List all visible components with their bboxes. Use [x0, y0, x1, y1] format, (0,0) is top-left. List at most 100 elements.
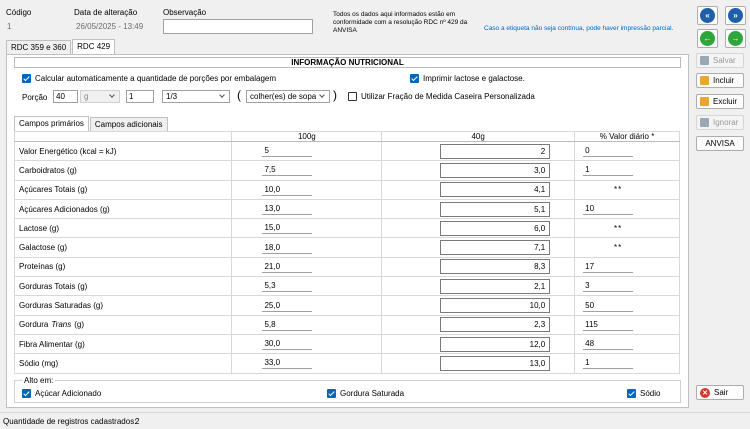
- value-40g-input[interactable]: 4,1: [440, 182, 551, 198]
- value-40g-cell: 3,0: [381, 160, 576, 181]
- ignorar-button[interactable]: Ignorar: [696, 115, 744, 130]
- value-40g-input[interactable]: 6,0: [440, 220, 551, 236]
- value-40g-cell: 2,1: [381, 276, 576, 297]
- header-vd: % Valor diário *: [574, 131, 680, 142]
- custom-fraction-checkbox[interactable]: [348, 92, 357, 101]
- table-row: Galactose (g) 18,0 7,1 **: [13, 237, 680, 258]
- value-100g: 15,0: [262, 222, 313, 235]
- nutrient-label: Fibra Alimentar (g): [19, 339, 85, 349]
- prev-record-button[interactable]: ←: [697, 29, 718, 48]
- value-40g-input[interactable]: 12,0: [440, 336, 551, 352]
- nutrient-name: Açúcares Adicionados (g): [13, 198, 233, 220]
- table-row: Gordura Trans (g) 5,8 2,3 115: [13, 314, 680, 335]
- daily-value: 3: [583, 280, 634, 293]
- auto-calc-option[interactable]: Calcular automaticamente a quantidade de…: [22, 74, 276, 83]
- value-100g: 5: [262, 145, 313, 158]
- status-count: 2: [135, 417, 140, 426]
- value-40g-input[interactable]: 8,3: [440, 259, 551, 275]
- field-tabs: Campos primários Campos adicionais: [14, 116, 169, 131]
- alto-em-title: Alto em:: [22, 376, 56, 385]
- value-40g-input[interactable]: 2: [440, 143, 551, 159]
- quantity-input[interactable]: 1: [126, 90, 154, 103]
- status-label: Quantidade de registros cadastrados:: [3, 417, 137, 426]
- tab-campos-adicionais[interactable]: Campos adicionais: [89, 117, 168, 131]
- daily-value-cell: 0: [574, 140, 680, 162]
- custom-fraction-option[interactable]: Utilizar Fração de Medida Caseira Person…: [348, 92, 535, 101]
- value-100g: 33,0: [262, 357, 313, 370]
- alto-acucar-option[interactable]: Açúcar Adicionado: [22, 389, 101, 398]
- auto-calc-checkbox[interactable]: [22, 74, 31, 83]
- nutrient-label: Gordura: [19, 320, 49, 330]
- nutrient-label: Proteínas (g): [19, 262, 66, 272]
- daily-value: 50: [583, 300, 634, 312]
- nutrient-label: Carboidratos (g): [19, 165, 77, 175]
- value-100g-cell: 21,0: [231, 256, 383, 278]
- next-record-button[interactable]: →: [725, 29, 746, 48]
- tab-rdc-359[interactable]: RDC 359 e 360: [6, 40, 72, 54]
- porcao-input[interactable]: 40: [53, 90, 78, 103]
- excluir-label: Excluir: [713, 97, 738, 106]
- value-100g-cell: 18,0: [231, 237, 383, 258]
- print-lactose-checkbox[interactable]: [410, 74, 419, 83]
- auto-calc-label: Calcular automaticamente a quantidade de…: [35, 74, 277, 83]
- value-40g-input[interactable]: 10,0: [440, 298, 551, 314]
- alto-sodio-option[interactable]: Sódio: [627, 389, 660, 398]
- nutrient-name: Gorduras Totais (g): [13, 276, 233, 297]
- fraction-value: 1/3: [166, 92, 178, 101]
- value-100g-cell: 5,3: [231, 276, 383, 297]
- value-40g-input[interactable]: 7,1: [440, 240, 551, 256]
- tab-rdc-429[interactable]: RDC 429: [72, 39, 116, 54]
- daily-value: 1: [583, 164, 634, 177]
- value-40g-cell: 6,0: [381, 218, 576, 239]
- value-40g-input[interactable]: 2,3: [440, 317, 551, 333]
- value-40g-input[interactable]: 3,0: [440, 162, 551, 178]
- value-100g-cell: 10,0: [231, 179, 383, 200]
- value-40g-input[interactable]: 2,1: [440, 278, 551, 294]
- value-100g-cell: 30,0: [231, 333, 383, 355]
- first-record-button[interactable]: «: [697, 6, 718, 25]
- tab-campos-primarios[interactable]: Campos primários: [14, 116, 89, 131]
- header-40g: 40g: [381, 131, 576, 142]
- alto-acucar-checkbox[interactable]: [22, 389, 31, 398]
- print-lactose-option[interactable]: Imprimir lactose e galactose.: [410, 74, 525, 83]
- first-icon: «: [700, 8, 715, 23]
- alto-sodio-checkbox[interactable]: [627, 389, 636, 398]
- daily-value-cell: 50: [574, 295, 680, 316]
- observacao-input[interactable]: [163, 19, 313, 34]
- value-100g: 5,8: [262, 319, 313, 331]
- measure-value: colher(es) de sopa: [250, 92, 317, 101]
- daily-value-cell: 115: [574, 314, 680, 335]
- print-warning: Caso a etiqueta não seja contínua, pode …: [484, 25, 674, 32]
- excluir-button[interactable]: Excluir: [696, 94, 744, 109]
- incluir-button[interactable]: Incluir: [696, 73, 744, 88]
- value-40g-input[interactable]: 5,1: [440, 201, 551, 217]
- table-row: Lactose (g) 15,0 6,0 **: [13, 218, 680, 239]
- daily-value: 10: [583, 203, 634, 216]
- nutrient-name: Proteínas (g): [13, 256, 233, 278]
- value-40g-cell: 10,0: [381, 295, 576, 316]
- value-100g: 10,0: [262, 184, 313, 196]
- alto-gordura-checkbox[interactable]: [327, 389, 336, 398]
- nutrition-table-wrap: 100g 40g % Valor diário * Valor Energéti…: [13, 131, 680, 374]
- daily-value-cell: 17: [574, 256, 680, 278]
- fraction-select[interactable]: 1/3: [162, 90, 230, 103]
- nutrient-name: Lactose (g): [13, 218, 233, 239]
- value-40g-cell: 13,0: [381, 353, 576, 374]
- alto-gordura-option[interactable]: Gordura Saturada: [327, 389, 404, 398]
- daily-value: **: [614, 243, 623, 253]
- nutrient-label: Gorduras Totais (g): [19, 281, 88, 291]
- observacao-label: Observação: [163, 8, 207, 17]
- value-40g-input[interactable]: 13,0: [440, 355, 551, 371]
- header-100g: 100g: [231, 131, 383, 142]
- value-40g-cell: 5,1: [381, 198, 576, 220]
- last-record-button[interactable]: »: [725, 6, 746, 25]
- paren-close: ): [333, 88, 337, 102]
- anvisa-button[interactable]: ANVISA: [696, 136, 744, 151]
- sair-button[interactable]: ✕ Sair: [696, 385, 744, 400]
- measure-select[interactable]: colher(es) de sopa: [246, 90, 330, 103]
- ignorar-label: Ignorar: [713, 118, 739, 127]
- salvar-button[interactable]: Salvar: [696, 53, 744, 68]
- nutrition-table: 100g 40g % Valor diário * Valor Energéti…: [13, 131, 680, 374]
- codigo-label: Código: [6, 8, 32, 17]
- value-40g-cell: 4,1: [381, 179, 576, 200]
